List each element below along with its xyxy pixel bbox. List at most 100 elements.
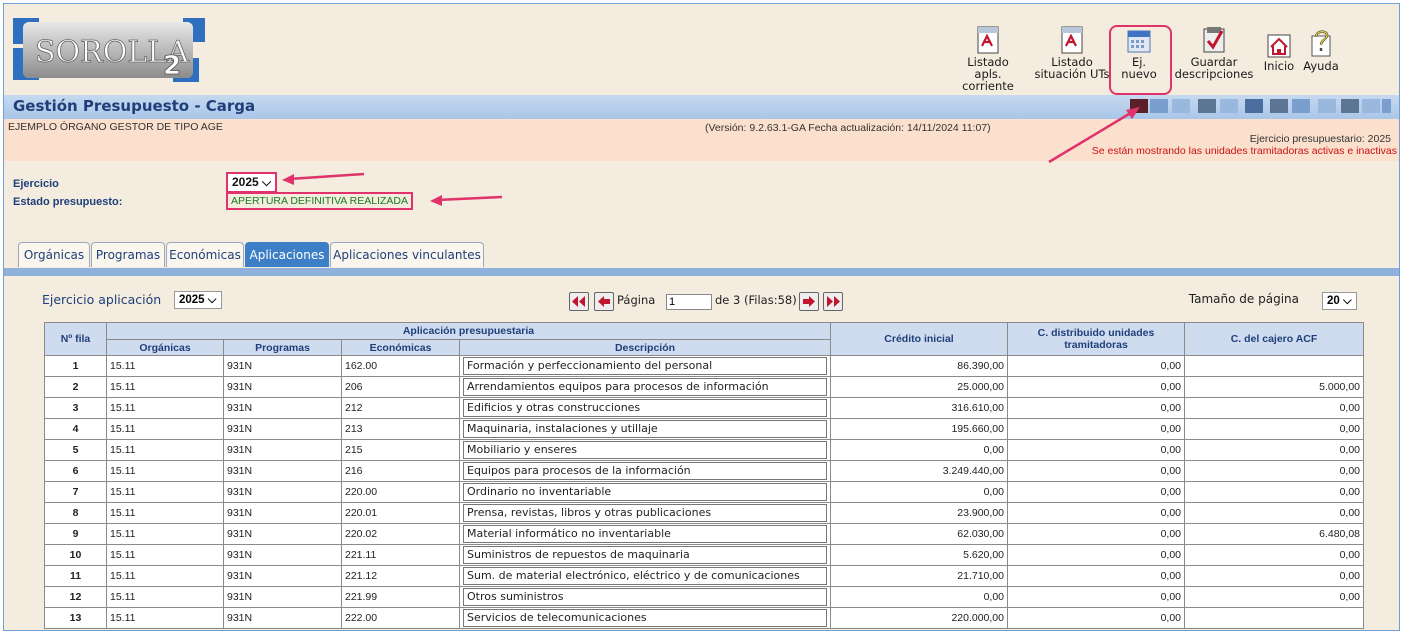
descripcion-input[interactable]: Edificios y otras construcciones [463,399,827,417]
last-page-button[interactable] [823,292,843,311]
tab-economicas[interactable]: Económicas [166,242,244,267]
organica-cell: 15.11 [106,502,224,524]
descripcion-input[interactable]: Maquinaria, instalaciones y utillaje [463,420,827,438]
organica-cell: 15.11 [106,565,224,587]
descripcion-input[interactable]: Servicios de telecomunicaciones [463,609,827,627]
tab-aplicaciones-vinculantes[interactable]: Aplicaciones vinculantes [330,242,484,267]
organica-cell: 15.11 [106,460,224,482]
header-aplicacion: Aplicación presupuestaria [106,322,831,340]
organica-cell: 15.11 [106,586,224,608]
economica-cell: 221.99 [341,586,460,608]
programa-cell: 931N [223,565,342,587]
cajero-cell: 0,00 [1184,418,1364,440]
table-row: 4 15.11 931N 213 Maquinaria, instalaciones y… [44,418,1364,440]
organica-cell: 15.11 [106,523,224,545]
descripcion-input[interactable]: Ordinario no inventariable [463,483,827,501]
units-warning: Se están mostrando las unidades tramitad… [1091,145,1397,157]
n-fila-cell: 4 [44,418,107,440]
programa-cell: 931N [223,460,342,482]
ej-nuevo-button[interactable]: Ej. nuevo [1112,28,1166,80]
status-square [1362,99,1380,113]
descripcion-input[interactable]: Sum. de material electrónico, eléctrico … [463,567,827,585]
first-page-button[interactable] [569,292,589,311]
economica-cell: 162.00 [341,355,460,377]
next-page-button[interactable] [799,292,819,311]
sorolla2-logo: SOROLLA 2 [13,14,209,87]
tab-organicas[interactable]: Orgánicas [18,242,90,267]
descripcion-input[interactable]: Arrendamientos equipos para procesos de … [463,378,827,396]
descripcion-input[interactable]: Equipos para procesos de la información [463,462,827,480]
tab-programas[interactable]: Programas [91,242,165,267]
inicio-button[interactable]: Inicio [1261,34,1297,72]
cajero-cell: 0,00 [1184,481,1364,503]
tab-aplicaciones[interactable]: Aplicaciones [245,242,329,267]
credito-inicial-cell: 5.620,00 [830,544,1008,566]
ejercicio-aplicacion-label: Ejercicio aplicación [42,292,162,307]
tab-underline [4,268,1399,276]
programa-cell: 931N [223,523,342,545]
ejercicio-aplicacion-select[interactable]: 2025 ⌵ [174,291,222,309]
economica-cell: 221.12 [341,565,460,587]
descripcion-cell: Sum. de material electrónico, eléctrico … [459,565,831,587]
distribuido-cell: 0,00 [1007,376,1185,398]
n-fila-cell: 13 [44,607,107,629]
organica-cell: 15.11 [106,355,224,377]
cajero-cell: 0,00 [1184,397,1364,419]
table-row: 10 15.11 931N 221.11 Suministros de repuesto… [44,544,1364,566]
ayuda-button[interactable]: Ayuda [1300,28,1342,72]
descripcion-input[interactable]: Material informático no inventariable [463,525,827,543]
descripcion-input[interactable]: Otros suministros [463,588,827,606]
estado-label: Estado presupuesto: [13,196,123,208]
estado-value: APERTURA DEFINITIVA REALIZADA [226,192,413,210]
tamano-pagina-select[interactable]: 20 ⌵ [1322,292,1357,310]
economica-cell: 220.01 [341,502,460,524]
header-descripcion: Descripción [459,339,831,356]
cajero-cell: 0,00 [1184,544,1364,566]
aplicaciones-table: Nº fila Aplicación presupuestaria Crédit… [44,322,1364,629]
descripcion-cell: Equipos para procesos de la información [459,460,831,482]
programa-cell: 931N [223,397,342,419]
ejercicio-select[interactable]: 2025 ⌵ [226,172,278,193]
descripcion-cell: Suministros de repuestos de maquinaria [459,544,831,566]
descripcion-input[interactable]: Mobiliario y enseres [463,441,827,459]
header-credito-inicial: Crédito inicial [830,322,1008,356]
listado-situacion-uts-button[interactable]: Listado situación UTs [1031,26,1113,80]
distribuido-cell: 0,00 [1007,586,1185,608]
credito-inicial-cell: 316.610,00 [830,397,1008,419]
organica-cell: 15.11 [106,397,224,419]
double-arrow-left-icon [572,296,585,307]
header-programas: Programas [223,339,342,356]
status-square [1382,99,1391,113]
page-number-input[interactable] [666,294,712,310]
programa-cell: 931N [223,418,342,440]
table-row: 13 15.11 931N 222.00 Servicios de telecomuni… [44,607,1364,629]
listado-situacion-label: Listado situación UTs [1034,55,1110,81]
credito-inicial-cell: 86.390,00 [830,355,1008,377]
credito-inicial-cell: 25.000,00 [830,376,1008,398]
descripcion-input[interactable]: Prensa, revistas, libros y otras publica… [463,504,827,522]
ejercicio-value: 2025 [232,175,259,189]
organica-cell: 15.11 [106,481,224,503]
cajero-cell: 0,00 [1184,565,1364,587]
home-icon [1267,34,1291,58]
descripcion-input[interactable]: Formación y perfeccionamiento del person… [463,357,827,375]
help-icon [1311,30,1331,57]
listado-apls-corriente-button[interactable]: Listado apls. corriente [950,26,1026,92]
save-check-icon [1203,27,1225,53]
organica-cell: 15.11 [106,544,224,566]
status-square [1292,99,1310,113]
listado-apls-label: Listado apls. corriente [962,55,1014,93]
organica-cell: 15.11 [106,418,224,440]
app-window: SOROLLA 2 Listado apls. corriente Listad… [3,3,1400,631]
descripcion-cell: Otros suministros [459,586,831,608]
guardar-descripciones-button[interactable]: Guardar descripciones [1172,26,1256,80]
distribuido-cell: 0,00 [1007,397,1185,419]
tamano-pagina-value: 20 [1327,295,1340,307]
credito-inicial-cell: 62.030,00 [830,523,1008,545]
chevron-down-icon: ⌵ [262,175,272,189]
cajero-cell: 0,00 [1184,502,1364,524]
table-row: 1 15.11 931N 162.00 Formación y perfeccionam… [44,355,1364,377]
descripcion-input[interactable]: Suministros de repuestos de maquinaria [463,546,827,564]
table-row: 6 15.11 931N 216 Equipos para procesos de la… [44,460,1364,482]
prev-page-button[interactable] [594,292,614,311]
